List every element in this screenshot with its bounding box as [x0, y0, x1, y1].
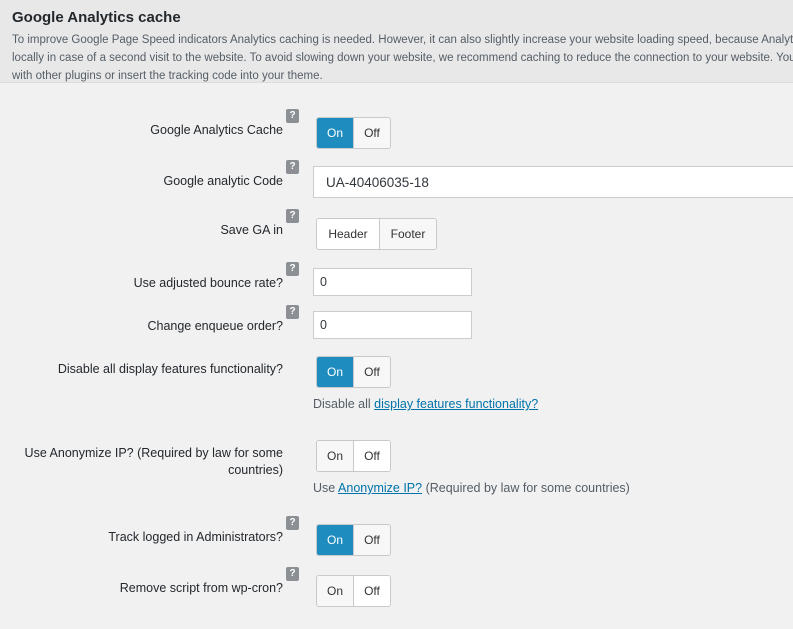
note-prefix: Use — [313, 481, 336, 495]
anonymize-ip-label: Use Anonymize IP? (Required by law for s… — [24, 446, 283, 477]
help-icon[interactable]: ? — [286, 262, 299, 276]
off-option[interactable]: Off — [353, 118, 390, 148]
anonymize-ip-note: Use Anonymize IP? (Required by law for s… — [313, 481, 630, 495]
ga-code-input[interactable]: UA-40406035-18 — [313, 166, 793, 198]
help-icon[interactable]: ? — [286, 109, 299, 123]
footer-option[interactable]: Footer — [379, 219, 436, 249]
note-suffix: (Required by law for some countries) — [425, 481, 630, 495]
settings-header: Google Analytics cache To improve Google… — [0, 0, 793, 83]
enqueue-order-label: Change enqueue order? — [147, 319, 283, 333]
track-admins-label: Track logged in Administrators? — [108, 530, 283, 544]
save-ga-in-label: Save GA in — [220, 223, 283, 237]
on-option[interactable]: On — [317, 357, 353, 387]
help-icon[interactable]: ? — [286, 209, 299, 223]
display-features-link[interactable]: display features functionality? — [374, 397, 538, 411]
section-description: To improve Google Page Speed indicators … — [12, 34, 793, 82]
help-icon[interactable]: ? — [286, 305, 299, 319]
help-icon[interactable]: ? — [286, 160, 299, 174]
off-option[interactable]: Off — [353, 576, 390, 606]
on-option[interactable]: On — [317, 118, 353, 148]
ga-cache-label: Google Analytics Cache — [150, 123, 283, 137]
save-ga-in-toggle[interactable]: Header Footer — [316, 218, 437, 250]
bounce-rate-input[interactable]: 0 — [313, 268, 472, 296]
remove-wpcron-label: Remove script from wp-cron? — [119, 581, 283, 595]
display-features-toggle[interactable]: On Off — [316, 356, 391, 388]
remove-wpcron-toggle[interactable]: On Off — [316, 575, 391, 607]
anonymize-ip-link[interactable]: Anonymize IP? — [338, 481, 422, 495]
on-option[interactable]: On — [317, 525, 353, 555]
help-icon[interactable]: ? — [286, 567, 299, 581]
help-icon[interactable]: ? — [286, 516, 299, 530]
header-option[interactable]: Header — [317, 219, 379, 249]
on-option[interactable]: On — [317, 441, 353, 471]
ga-cache-toggle[interactable]: On Off — [316, 117, 391, 149]
off-option[interactable]: Off — [353, 357, 390, 387]
bounce-rate-label: Use adjusted bounce rate? — [133, 276, 283, 290]
note-prefix: Disable all — [313, 397, 371, 411]
off-option[interactable]: Off — [353, 525, 390, 555]
anonymize-ip-toggle[interactable]: On Off — [316, 440, 391, 472]
ga-code-label: Google analytic Code — [163, 174, 283, 188]
display-features-note: Disable all display features functionali… — [313, 397, 538, 411]
off-option[interactable]: Off — [353, 441, 390, 471]
on-option[interactable]: On — [317, 576, 353, 606]
display-features-label: Disable all display features functionali… — [57, 362, 283, 376]
section-title: Google Analytics cache — [12, 9, 181, 26]
track-admins-toggle[interactable]: On Off — [316, 524, 391, 556]
enqueue-order-input[interactable]: 0 — [313, 311, 472, 339]
